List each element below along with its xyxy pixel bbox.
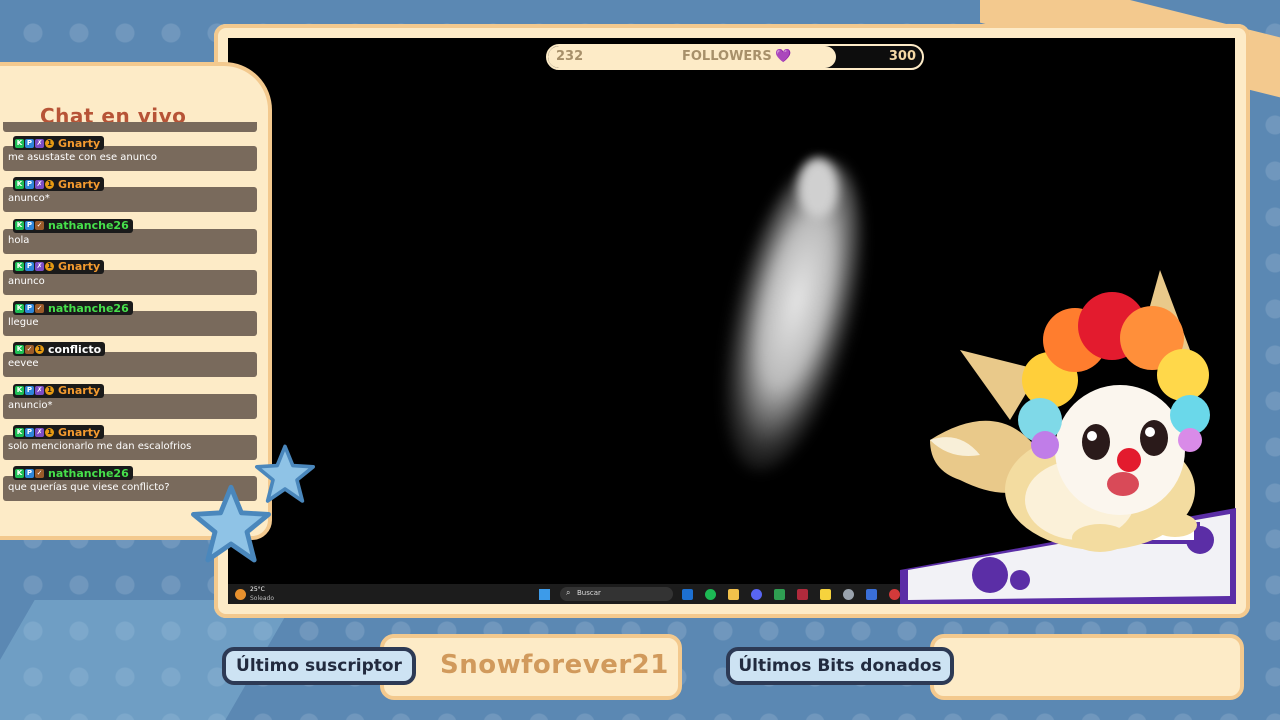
chat-message-text: que querías que viese conflicto? (8, 482, 170, 494)
taskbar-search[interactable]: ⌕ Buscar (560, 587, 673, 601)
chat-badge-icon: P (25, 303, 34, 313)
chat-username[interactable]: conflicto (48, 343, 101, 356)
windows-start-icon[interactable] (539, 589, 550, 600)
last-subscriber-name: Snowforever21 (440, 650, 669, 680)
blurry-figure (696, 146, 890, 486)
chat-message-header: K P ✗ 1 Gnarty (13, 259, 105, 274)
chat-message-header: K P ✗ 1 Gnarty (13, 177, 105, 192)
chat-badge-icon: K (15, 138, 24, 148)
chat-badge-icon: ✗ (35, 262, 44, 272)
heart-icon: 💜 (775, 49, 792, 64)
chat-badge-icon: 1 (45, 386, 54, 396)
app-icon[interactable] (774, 589, 785, 600)
chat-message: anunco* K P ✗ 1 Gnarty (3, 163, 257, 213)
chat-badge-icon: P (25, 468, 34, 478)
chat-badge-icon: P (25, 221, 34, 231)
chat-message-text: anunco* (8, 193, 50, 205)
chat-badge-icon: ✓ (25, 344, 34, 354)
chat-badge-icon: K (15, 386, 24, 396)
chat-message-text: eevee (8, 358, 39, 370)
chat-badge-icon: ✗ (35, 179, 44, 189)
discord-app-icon[interactable] (751, 589, 762, 600)
chat-message-text: anuncio* (8, 399, 53, 411)
chat-badge-icon: P (25, 138, 34, 148)
chat-badge-icon: ✓ (35, 221, 44, 231)
chat-username[interactable]: nathanche26 (48, 302, 129, 315)
chat-badge-icon: 1 (35, 344, 44, 354)
chat-badge-icon: K (15, 468, 24, 478)
chat-message-text: hola (8, 234, 30, 246)
chat-badge-icon: 1 (45, 262, 54, 272)
app-icon[interactable] (866, 589, 877, 600)
chat-message: me asustaste con ese anunco K P ✗ 1 Gnarty (3, 122, 257, 171)
chat-badge-icon: ✓ (35, 303, 44, 313)
search-icon: ⌕ (566, 588, 571, 597)
chat-message: solo mencionarlo me dan escalofrios K P ✗ 1 G… (3, 411, 257, 461)
chat-badge-icon: K (15, 344, 24, 354)
chat-message-text: me asustaste con ese anunco (8, 152, 158, 163)
chat-message: llegue K P ✓ nathanche26 (3, 287, 257, 337)
chat-message-text: llegue (8, 317, 39, 329)
chat-badge-icon: P (25, 179, 34, 189)
chat-message-header: K P ✗ 1 Gnarty (13, 425, 105, 440)
chat-message: anuncio* K P ✗ 1 Gnarty (3, 370, 257, 419)
app-icon[interactable] (889, 589, 900, 600)
taskbar-search-placeholder: Buscar (577, 589, 601, 597)
chat-badge-icon: K (15, 221, 24, 231)
chat-badge-icon: 1 (45, 138, 54, 148)
chat-message-header: K P ✓ nathanche26 (13, 466, 133, 481)
followers-goal: 300 (888, 49, 916, 64)
followers-goal-bar: 232 FOLLOWERS 💜 300 (546, 44, 924, 70)
chat-badge-icon: 1 (45, 427, 54, 437)
chat-message-text: solo mencionarlo me dan escalofrios (8, 441, 192, 453)
app-icon[interactable] (843, 589, 854, 600)
last-subscriber-label: Último suscriptor (222, 647, 416, 685)
chat-badge-icon: K (15, 427, 24, 437)
chat-badge-icon: 1 (45, 179, 54, 189)
chat-username[interactable]: Gnarty (58, 426, 100, 439)
chat-badge-icon: K (15, 262, 24, 272)
chat-badge-icon: ✗ (35, 427, 44, 437)
chat-badge-icon: K (15, 303, 24, 313)
folder-app-icon[interactable] (728, 589, 739, 600)
chat-message-header: K P ✓ nathanche26 (13, 218, 133, 233)
chat-username[interactable]: Gnarty (58, 178, 100, 191)
chat-badge-icon: ✗ (35, 138, 44, 148)
app-icon[interactable] (797, 589, 808, 600)
last-bits-label: Últimos Bits donados (726, 647, 954, 685)
chat-username[interactable]: nathanche26 (48, 219, 129, 232)
chat-username[interactable]: Gnarty (58, 137, 100, 150)
star-decoration (255, 444, 315, 503)
last-bits-value-box (930, 634, 1244, 700)
chat-badge-icon: P (25, 386, 34, 396)
chat-message-header: K ✓ 1 conflicto (13, 342, 106, 357)
notes-app-icon[interactable] (820, 589, 831, 600)
chat-message-header: K P ✓ nathanche26 (13, 301, 133, 316)
sun-icon (235, 589, 246, 600)
chat-message-header: K P ✗ 1 Gnarty (13, 383, 105, 398)
chat-message-text: anunco (8, 275, 45, 287)
followers-current: 232 (556, 49, 584, 64)
chat-badge-icon: ✗ (35, 386, 44, 396)
chat-message: hola K P ✓ nathanche26 (3, 205, 257, 254)
weather-condition: Soleado (250, 595, 274, 602)
weather-temperature: 25°C (250, 586, 265, 593)
blurry-figure-head (798, 158, 838, 218)
chat-message: anunco K P ✗ 1 Gnarty (3, 246, 257, 295)
chat-message-list[interactable]: me asustaste con ese anunco K P ✗ 1 Gnarty anu… (3, 122, 257, 507)
spotify-app-icon[interactable] (705, 589, 716, 600)
chat-message-header: K P ✗ 1 Gnarty (13, 136, 105, 150)
chat-badge-icon: P (25, 427, 34, 437)
chat-badge-icon: ✓ (35, 468, 44, 478)
chat-username[interactable]: Gnarty (58, 384, 100, 397)
mascot-clown-eevee (900, 270, 1236, 604)
chat-message: eevee K ✓ 1 conflicto (3, 328, 257, 378)
chat-username[interactable]: Gnarty (58, 260, 100, 273)
followers-label: FOLLOWERS (682, 49, 772, 64)
chat-badge-icon: P (25, 262, 34, 272)
mail-app-icon[interactable] (682, 589, 693, 600)
chat-username[interactable]: nathanche26 (48, 467, 129, 480)
chat-badge-icon: K (15, 179, 24, 189)
